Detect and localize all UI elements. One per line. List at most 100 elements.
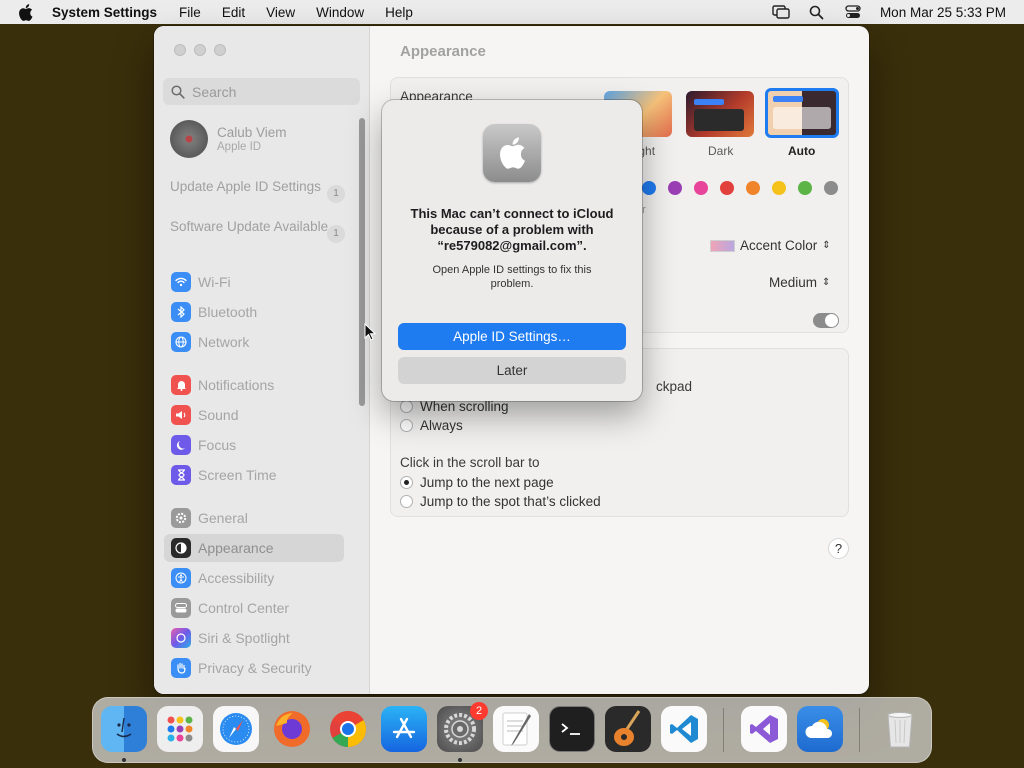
sidebar-scrollbar[interactable] [359,118,365,406]
accent-color-swatch[interactable] [798,181,812,195]
vscode-icon[interactable] [661,706,707,752]
bell-icon [171,375,191,395]
later-button[interactable]: Later [398,357,626,384]
sidebar-item-notifications[interactable]: Notifications [164,371,344,399]
search-icon [171,84,185,99]
globe-icon [171,332,191,352]
safari-icon[interactable] [213,706,259,752]
running-indicator [458,758,462,762]
wallpaper-tinting-toggle[interactable] [813,313,839,328]
sidebar-item-label: Siri & Spotlight [198,630,290,646]
theme-dark-label: Dark [708,144,734,158]
accessibility-icon [171,568,191,588]
spotlight-search-icon[interactable] [808,5,826,19]
sidebar-item-label: Control Center [198,600,290,616]
sidebar-item-privacy-security[interactable]: Privacy & Security [164,654,344,682]
trash-icon[interactable] [877,706,923,752]
sidebar-icon-size-popup[interactable]: Medium ⇕ [769,275,830,290]
accent-color-swatch[interactable] [746,181,760,195]
menu-clock[interactable]: Mon Mar 25 5:33 PM [880,5,1006,20]
garageband-icon[interactable] [605,706,651,752]
accent-color-swatch[interactable] [642,181,656,195]
notice-label: Update Apple ID Settings [170,179,321,194]
sidebar-item-accessibility[interactable]: Accessibility [164,564,344,592]
radio-jump-spot-clicked[interactable]: Jump to the spot that’s clicked [400,494,601,509]
theme-auto-thumbnail[interactable] [765,88,839,138]
sidebar-item-label: Notifications [198,377,275,393]
update-apple-id-notice[interactable]: Update Apple ID Settings 1 [170,179,345,203]
radio-button[interactable] [400,495,413,508]
radio-when-scrolling[interactable]: When scrolling [400,399,509,414]
app-store-icon[interactable] [381,706,427,752]
sidebar-item-bluetooth[interactable]: Bluetooth [164,298,344,326]
zoom-window-button[interactable] [214,44,226,56]
screen-mirroring-icon[interactable] [772,5,790,19]
sidebar-item-wifi[interactable]: Wi-Fi [164,268,344,296]
dock: 2 [92,697,932,763]
search-input[interactable]: Search [163,78,360,105]
chevron-updown-icon: ⇕ [822,277,831,288]
sidebar-item-label: Accessibility [198,570,275,586]
alert-title: This Mac can’t connect to iCloud because… [410,206,614,253]
accent-color-swatch[interactable] [772,181,786,195]
theme-dark-thumbnail[interactable] [686,91,754,137]
sidebar-item-label: Appearance [198,540,274,556]
highlight-swatch [710,239,735,252]
radio-button[interactable] [400,419,413,432]
radio-jump-next-page[interactable]: Jump to the next page [400,475,554,490]
sidebar-item-general[interactable]: General [164,504,344,532]
search-placeholder: Search [192,83,237,100]
sidebar-item-screen-time[interactable]: Screen Time [164,461,344,489]
accent-color-swatch[interactable] [720,181,734,195]
highlight-color-popup[interactable]: Accent Color ⇕ [710,238,831,253]
menu-edit[interactable]: Edit [222,5,245,20]
visual-studio-icon[interactable] [741,706,787,752]
menu-help[interactable]: Help [385,5,413,20]
sidebar-item-siri-spotlight[interactable]: Siri & Spotlight [164,624,344,652]
sidebar-item-focus[interactable]: Focus [164,431,344,459]
radio-button[interactable] [400,400,413,413]
radio-label: Always [420,418,463,433]
apple-id-settings-button[interactable]: Apple ID Settings… [398,323,626,350]
control-center-icon[interactable] [844,5,862,19]
apple-id-account[interactable]: Calub Viem Apple ID [170,120,287,158]
menu-window[interactable]: Window [316,5,364,20]
sidebar-item-appearance[interactable]: Appearance [164,534,344,562]
sidebar-item-control-center[interactable]: Control Center [164,594,344,622]
dock-separator [723,708,724,752]
firefox-icon[interactable] [269,706,315,752]
radio-always[interactable]: Always [400,418,463,433]
finder-icon[interactable] [101,706,147,752]
click-scrollbar-label: Click in the scroll bar to [400,455,540,470]
minimize-window-button[interactable] [194,44,206,56]
sidebar-item-label: Bluetooth [198,304,258,320]
chrome-icon[interactable] [325,706,371,752]
accent-color-swatch[interactable] [824,181,838,195]
sidebar-item-sound[interactable]: Sound [164,401,344,429]
weather-icon[interactable] [797,706,843,752]
accent-color-swatch[interactable] [694,181,708,195]
launchpad-icon[interactable] [157,706,203,752]
help-button[interactable]: ? [828,538,849,559]
sidebar-item-label: General [198,510,248,526]
menu-app-name[interactable]: System Settings [52,5,157,20]
notice-count-badge: 1 [327,225,345,243]
radio-button[interactable] [400,476,413,489]
accent-color-swatch[interactable] [668,181,682,195]
wifi-icon [171,272,191,292]
menu-view[interactable]: View [266,5,295,20]
menu-file[interactable]: File [179,5,201,20]
textedit-icon[interactable] [493,706,539,752]
siri-icon [171,628,191,648]
speaker-icon [171,405,191,425]
sidebar-item-network[interactable]: Network [164,328,344,356]
terminal-icon[interactable] [549,706,595,752]
notification-badge: 2 [470,702,488,720]
icloud-alert-dialog: This Mac can’t connect to iCloud because… [382,100,642,401]
close-window-button[interactable] [174,44,186,56]
apple-menu-icon[interactable] [18,3,38,21]
software-update-notice[interactable]: Software Update Available 1 [170,219,345,243]
sidebar-item-label: Network [198,334,250,350]
gear-icon [171,508,191,528]
mouse-cursor-icon [364,323,376,341]
